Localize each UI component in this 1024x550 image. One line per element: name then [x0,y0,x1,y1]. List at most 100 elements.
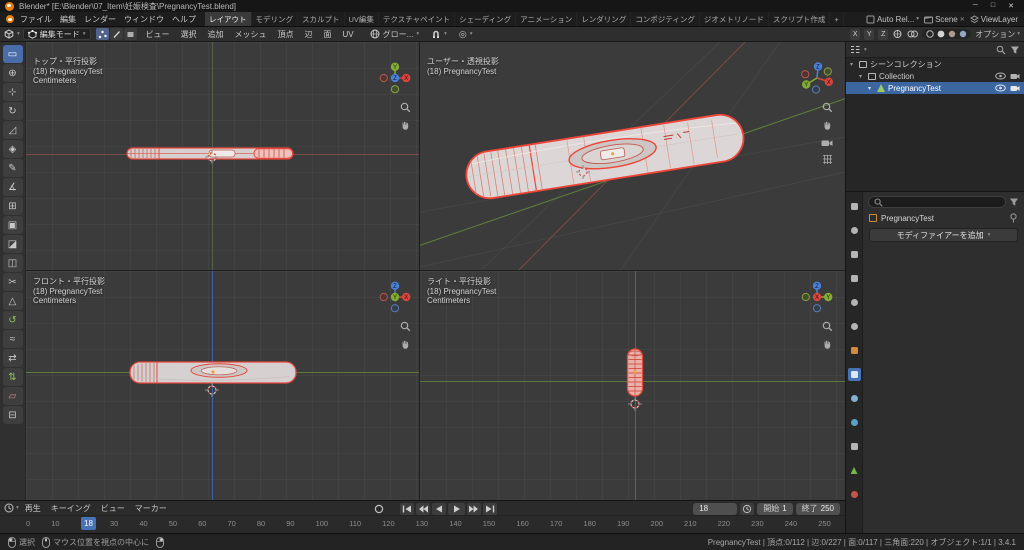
cursor-tool[interactable]: ⊕ [2,64,23,82]
world-tab[interactable] [848,320,861,333]
menu-mesh[interactable]: メッシュ [231,29,271,40]
playhead[interactable]: 18 [81,517,96,530]
loop-cut-tool[interactable]: ◫ [2,254,23,272]
unlink-scene-icon[interactable]: ✕ [960,16,965,23]
timeline-editor-icon[interactable] [4,503,14,513]
close-button[interactable]: ✕ [1008,2,1014,10]
mirror-x-button[interactable]: X [850,28,861,40]
annotate-tool[interactable]: ✎ [2,159,23,177]
search-icon[interactable] [996,45,1006,55]
view-layer-tab[interactable] [848,272,861,285]
viewport-user[interactable]: ユーザー・透視投影 (18) PregnancyTest Z X Y [420,42,845,271]
zoom-icon[interactable] [400,102,411,113]
output-tab[interactable] [848,248,861,261]
maximize-button[interactable]: □ [991,2,995,10]
disable-render-icon[interactable] [1010,72,1020,80]
menu-file[interactable]: ファイル [16,14,56,25]
outliner-row-scene-collection[interactable]: ▾ シーンコレクション [846,58,1024,70]
start-frame-field[interactable]: 開始 1 [757,502,793,515]
options-dropdown[interactable]: オプション ▾ [975,29,1020,40]
jump-prev-keyframe-button[interactable] [416,502,430,515]
jump-next-keyframe-button[interactable] [467,502,481,515]
move-view-icon[interactable] [822,339,833,350]
face-select-button[interactable] [123,28,137,40]
current-frame-field[interactable]: 18 [693,502,738,515]
shear-tool[interactable]: ▱ [2,387,23,405]
edge-select-button[interactable] [109,28,123,40]
move-view-icon[interactable] [822,120,833,131]
menu-add[interactable]: 追加 [204,29,228,40]
box-select-tool[interactable]: ▭ [2,45,23,63]
material-shading-icon[interactable] [948,30,956,38]
menu-select[interactable]: 選択 [177,29,201,40]
workspace-tab-scripting[interactable]: スクリプト作成 [769,12,831,26]
mirror-z-button[interactable]: Z [878,28,889,40]
spin-tool[interactable]: ↺ [2,311,23,329]
menu-view[interactable]: ビュー [142,29,174,40]
knife-tool[interactable]: ✂ [2,273,23,291]
scene-tab[interactable] [848,296,861,309]
preview-range-button[interactable] [740,502,755,515]
show-gizmo-icon[interactable] [892,29,903,39]
breadcrumb-object-name[interactable]: PregnancyTest [881,214,934,223]
workspace-tab-sculpting[interactable]: スカルプト [298,12,345,26]
zoom-icon[interactable] [400,321,411,332]
transform-tool[interactable]: ◈ [2,140,23,158]
mirror-y-button[interactable]: Y [864,28,875,40]
timeline-ruler[interactable]: 0 10 20 30 40 50 60 70 80 90 100 110 120… [0,516,845,533]
disclosure-icon[interactable]: ▾ [859,73,865,80]
navigation-gizmo[interactable]: Y X Z [377,60,413,96]
modifiers-tab[interactable] [847,368,861,381]
wireframe-shading-icon[interactable] [926,30,934,38]
minimize-button[interactable]: ─ [973,2,978,10]
search-input[interactable] [868,196,1006,208]
bevel-tool[interactable]: ◪ [2,235,23,253]
add-workspace-button[interactable]: + [830,12,844,26]
workspace-tab-shading[interactable]: シェーディング [455,12,517,26]
hide-eye-icon[interactable] [995,84,1006,92]
overlays-icon[interactable] [907,29,919,39]
toggle-ortho-icon[interactable] [822,154,833,165]
workspace-tab-layout[interactable]: レイアウト [205,12,252,26]
viewport-front[interactable]: フロント・平行投影 (18) PregnancyTest Centimeters… [26,271,420,500]
measure-tool[interactable]: ∡ [2,178,23,196]
filter-icon[interactable] [1010,45,1020,55]
menu-edit[interactable]: 編集 [56,14,80,25]
play-reverse-button[interactable] [432,502,446,515]
extrude-tool[interactable]: ⊞ [2,197,23,215]
vertex-select-button[interactable] [95,28,109,40]
menu-view[interactable]: ビュー [97,503,129,514]
transform-orientation[interactable]: グロー... ▾ [370,29,419,40]
constraints-tab[interactable] [848,440,861,453]
play-button[interactable] [448,502,465,515]
disclosure-icon[interactable]: ▾ [868,85,874,92]
auto-keyframe-button[interactable] [372,503,386,515]
filter-icon[interactable] [1009,197,1019,207]
snapping-controls[interactable]: ▾ [431,29,447,39]
material-tab[interactable] [848,488,861,501]
mode-selector[interactable]: 編集モード ▾ [22,28,91,40]
rotate-tool[interactable]: ↻ [2,102,23,120]
viewport-right[interactable]: ライト・平行投影 (18) PregnancyTest Centimeters … [420,271,845,500]
jump-to-end-button[interactable] [483,502,497,515]
move-view-icon[interactable] [400,120,411,131]
end-frame-field[interactable]: 終了 250 [795,502,840,515]
inset-faces-tool[interactable]: ▣ [2,216,23,234]
menu-face[interactable]: 面 [320,29,336,40]
editor-type-icon[interactable] [4,29,14,39]
auto-rel-dropdown[interactable]: Auto Rel... ▾ [866,15,919,24]
menu-marker[interactable]: マーカー [131,503,171,514]
menu-keying[interactable]: キーイング [47,503,95,514]
camera-view-icon[interactable] [821,138,833,148]
pin-icon[interactable] [1009,213,1018,223]
workspace-tab-rendering[interactable]: レンダリング [577,12,632,26]
menu-uv[interactable]: UV [339,30,358,39]
workspace-tab-texture-paint[interactable]: テクスチャペイント [379,12,456,26]
tool-tab[interactable] [848,200,861,213]
proportional-editing[interactable]: ◎ ▾ [459,29,473,39]
workspace-tab-uv[interactable]: UV編集 [345,12,379,26]
outliner-editor-icon[interactable] [850,45,860,54]
workspace-tab-modeling[interactable]: モデリング [252,12,298,26]
scale-tool[interactable]: ◿ [2,121,23,139]
menu-edge[interactable]: 辺 [301,29,317,40]
